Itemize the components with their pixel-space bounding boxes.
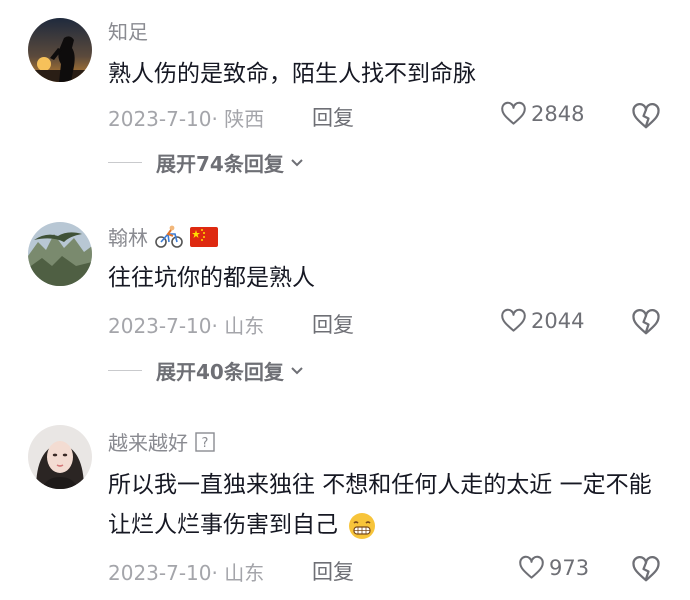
dislike-button[interactable] [631, 308, 661, 336]
like-count: 973 [549, 555, 590, 580]
avatar[interactable] [28, 18, 92, 82]
comment-meta: 2023-7-10· 陕西 [108, 107, 265, 131]
comment-text: 所以我一直独来独往 不想和任何人走的太近 一定不能让烂人烂事伤害到自己 [108, 465, 663, 545]
heart-outline-icon [501, 308, 526, 332]
avatar[interactable] [28, 222, 92, 286]
username-text: 越来越好 [108, 431, 188, 455]
broken-heart-icon [632, 556, 660, 582]
svg-text:?: ? [202, 436, 209, 451]
reply-button[interactable]: 回复 [312, 556, 354, 586]
comment-location: 山东 [224, 314, 265, 338]
comment-location: 山东 [224, 561, 265, 585]
cyclist-emoji-icon [155, 225, 183, 248]
like-count: 2848 [531, 101, 585, 126]
comment-location: 陕西 [224, 107, 265, 131]
username-text: 知足 [108, 20, 148, 44]
expand-replies-label: 展开40条回复 [156, 360, 284, 384]
divider-line [108, 370, 142, 371]
grinning-face-emoji-icon [349, 512, 376, 539]
heart-outline-icon [519, 555, 544, 579]
reply-button[interactable]: 回复 [312, 102, 354, 132]
username-text: 翰林 [108, 226, 148, 250]
like-button[interactable]: 973 [518, 555, 589, 580]
expand-replies-button[interactable]: 展开74条回复 [108, 148, 304, 177]
comment-date: 2023-7-10 [108, 107, 212, 131]
expand-replies-button[interactable]: 展开40条回复 [108, 356, 304, 385]
avatar-image [28, 222, 92, 286]
comment-date: 2023-7-10 [108, 314, 212, 338]
like-count: 2044 [531, 308, 585, 333]
expand-replies-label: 展开74条回复 [156, 152, 284, 176]
chevron-down-icon [291, 366, 303, 374]
divider-line [108, 162, 142, 163]
comment-text: 熟人伤的是致命，陌生人找不到命脉 [108, 61, 476, 87]
avatar-image [28, 18, 92, 82]
comment-date: 2023-7-10 [108, 561, 212, 585]
username[interactable]: 越来越好 ? [108, 427, 216, 456]
comment-meta: 2023-7-10· 山东 [108, 314, 265, 338]
chevron-down-icon [291, 158, 303, 166]
dislike-button[interactable] [631, 102, 661, 130]
comment-text: 往往坑你的都是熟人 [108, 265, 315, 291]
like-button[interactable]: 2044 [500, 308, 584, 333]
comment-item: 知足 熟人伤的是致命，陌生人找不到命脉 2023-7-10· 陕西 回复 284… [0, 0, 690, 190]
broken-heart-icon [632, 309, 660, 335]
username[interactable]: 翰林 [108, 222, 218, 251]
avatar-image [28, 425, 92, 489]
reply-button[interactable]: 回复 [312, 309, 354, 339]
dislike-button[interactable] [631, 555, 661, 583]
comment-text-body: 所以我一直独来独往 不想和任何人走的太近 一定不能让烂人烂事伤害到自己 [108, 472, 652, 538]
heart-outline-icon [501, 101, 526, 125]
comment-meta: 2023-7-10· 山东 [108, 561, 265, 585]
comment-item: 翰林 往往坑你的都是熟人 2023-7-10· 山东 回复 2044 展开40条… [0, 200, 690, 390]
china-flag-icon [190, 226, 218, 247]
broken-heart-icon [632, 103, 660, 129]
username[interactable]: 知足 [108, 16, 148, 45]
comment-item: 越来越好 ? 所以我一直独来独往 不想和任何人走的太近 一定不能让烂人烂事伤害到… [0, 405, 690, 600]
avatar[interactable] [28, 425, 92, 489]
like-button[interactable]: 2848 [500, 101, 584, 126]
placeholder-emoji-icon: ? [195, 431, 215, 452]
